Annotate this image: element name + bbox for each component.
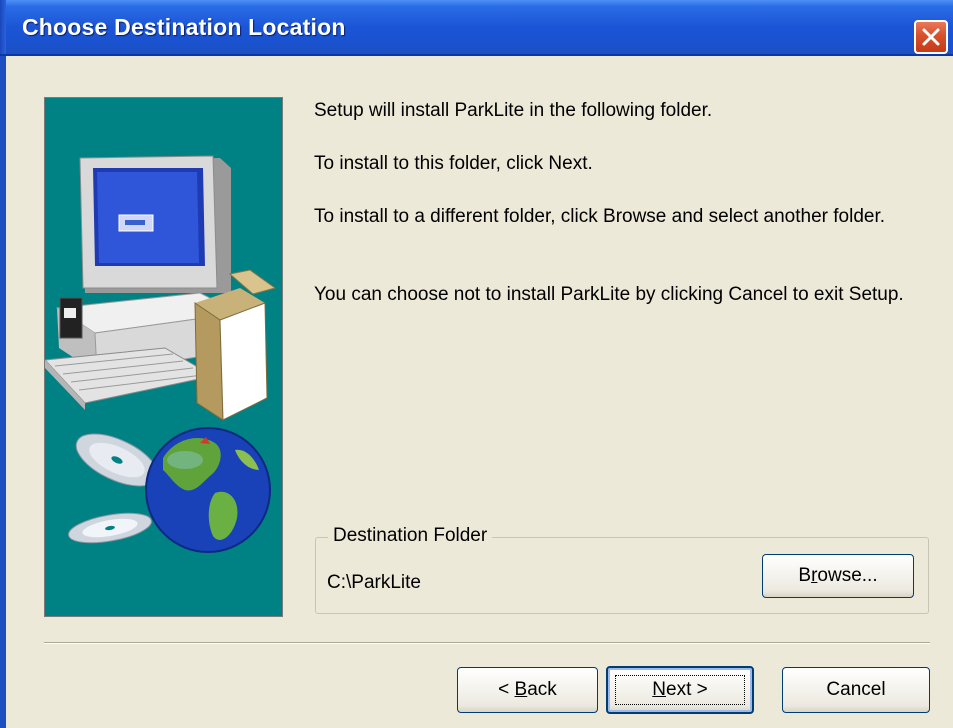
click-browse-text: To install to a different folder, click … — [314, 206, 886, 227]
destination-path: C:\ParkLite — [327, 572, 421, 593]
browse-button-label-prefix: B — [798, 565, 812, 586]
cancel-button[interactable]: Cancel — [782, 667, 930, 713]
title-bar-edge — [0, 0, 6, 54]
browse-button[interactable]: Browse... — [762, 554, 914, 598]
browse-button-label: Browse... — [763, 565, 913, 587]
install-folder-text: Setup will install ParkLite in the follo… — [314, 100, 713, 121]
destination-folder-label: Destination Folder — [328, 525, 493, 547]
close-icon — [922, 28, 940, 46]
separator-line — [44, 642, 930, 644]
next-button-label-suffix: ext > — [666, 679, 708, 700]
window-left-border — [0, 56, 6, 728]
back-button-label-suffix: ack — [527, 679, 557, 700]
click-next-text: To install to this folder, click Next. — [314, 153, 593, 174]
back-button-label: < Back — [458, 679, 597, 701]
next-button-accelerator: N — [652, 679, 666, 700]
close-button[interactable] — [914, 20, 948, 54]
computer-globe-icon — [45, 155, 277, 553]
back-button-label-prefix: < — [498, 679, 515, 700]
back-button[interactable]: < Back — [457, 667, 598, 713]
next-button-label: Next > — [608, 679, 752, 701]
cancel-button-label: Cancel — [826, 679, 886, 700]
setup-illustration — [44, 97, 283, 617]
next-button[interactable]: Next > — [606, 666, 754, 714]
window-title: Choose Destination Location — [22, 14, 346, 40]
title-bar[interactable]: Choose Destination Location — [0, 0, 953, 56]
click-cancel-text: You can choose not to install ParkLite b… — [314, 284, 904, 305]
back-button-accelerator: B — [514, 679, 528, 700]
setup-dialog: Choose Destination Location Setup will i… — [0, 0, 953, 728]
browse-button-label-suffix: owse... — [817, 565, 878, 586]
